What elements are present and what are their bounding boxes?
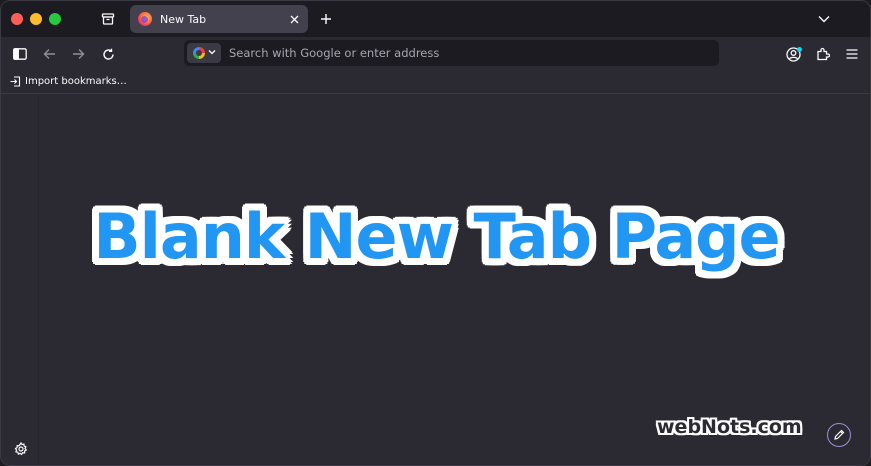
hamburger-menu-icon — [846, 49, 858, 59]
chevron-down-icon — [818, 16, 830, 23]
import-bookmarks-label: Import bookmarks… — [25, 76, 127, 87]
tab-close-button[interactable] — [286, 11, 302, 27]
sidebar-toggle-button[interactable] — [10, 44, 30, 64]
google-icon — [192, 47, 205, 59]
reload-button[interactable] — [98, 44, 118, 64]
chevron-down-icon — [208, 49, 216, 57]
new-tab-button[interactable] — [317, 10, 335, 28]
overlay-title: Blank New Tab Page — [93, 200, 780, 273]
close-icon — [290, 15, 298, 23]
window-maximize-button[interactable] — [49, 13, 61, 25]
url-input[interactable] — [227, 41, 719, 65]
customize-shortcuts-button[interactable] — [827, 423, 851, 447]
bookmarks-toolbar: Import bookmarks… — [1, 70, 870, 94]
firefox-icon — [138, 12, 152, 26]
account-badge — [796, 46, 802, 52]
new-tab-page: Blank New Tab Page webNots.com — [1, 94, 870, 465]
navigation-toolbar — [1, 37, 870, 70]
account-button[interactable] — [783, 44, 803, 64]
tab-strip: New Tab — [1, 1, 870, 37]
tab-new-tab[interactable]: New Tab — [130, 5, 308, 33]
extensions-button[interactable] — [813, 44, 833, 64]
plus-icon — [321, 14, 331, 24]
pencil-icon — [834, 429, 845, 440]
back-button[interactable] — [39, 44, 59, 64]
import-icon — [10, 76, 21, 87]
window-minimize-button[interactable] — [30, 13, 42, 25]
sidebar-icon — [13, 48, 27, 60]
gear-icon — [14, 442, 28, 456]
tab-title: New Tab — [160, 12, 207, 26]
window-close-button[interactable] — [11, 13, 23, 25]
tab-manager-icon — [101, 13, 115, 25]
watermark: webNots.com — [657, 416, 802, 438]
forward-button[interactable] — [68, 44, 88, 64]
import-bookmarks-button[interactable]: Import bookmarks… — [10, 73, 127, 90]
browser-window: New Tab Search with Google or enter addr… — [0, 0, 871, 466]
reload-icon — [102, 48, 114, 60]
list-all-tabs-button[interactable] — [815, 10, 833, 28]
search-engine-selector[interactable] — [187, 43, 221, 63]
tab-manager-button[interactable] — [99, 10, 117, 28]
personalize-settings-button[interactable] — [12, 440, 30, 458]
arrow-left-icon — [43, 49, 55, 59]
arrow-right-icon — [72, 49, 84, 59]
puzzle-icon — [817, 47, 830, 61]
address-bar[interactable] — [184, 40, 719, 66]
divider — [38, 94, 39, 465]
app-menu-button[interactable] — [842, 44, 862, 64]
